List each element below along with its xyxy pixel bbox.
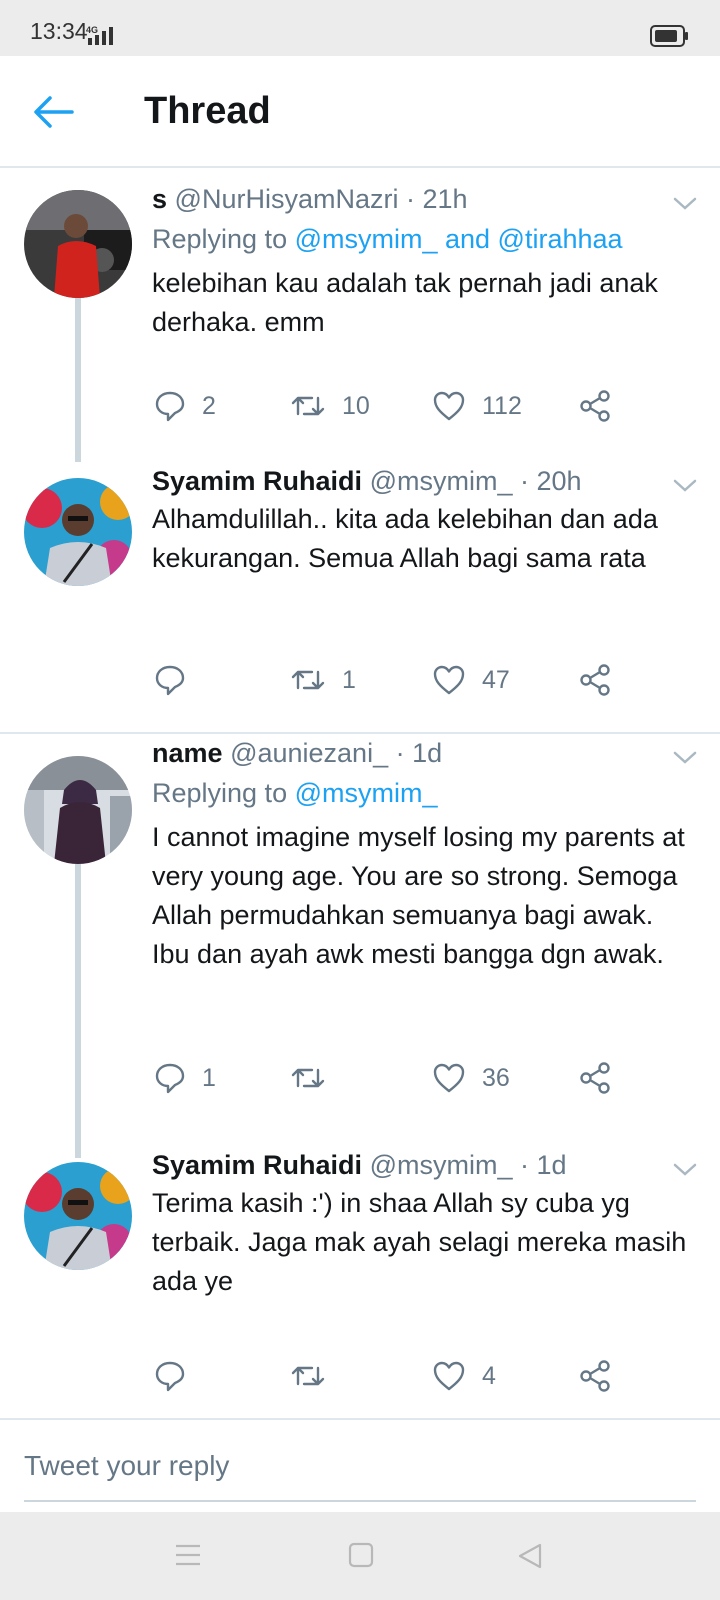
timestamp: 1d	[412, 738, 443, 768]
thread-line	[75, 298, 81, 462]
status-time: 13:34	[30, 18, 88, 44]
signal-icon: 4G	[86, 25, 113, 45]
tweet-header: Syamim Ruhaidi @msymim_ · 20h	[152, 466, 582, 496]
avatar[interactable]	[24, 478, 132, 586]
tweet[interactable]: Syamim Ruhaidi @msymim_ · 1d Terima kasi…	[0, 1150, 720, 1418]
like-icon	[433, 391, 465, 421]
thread-line	[75, 864, 81, 1158]
retweet-icon	[291, 1366, 325, 1386]
like-icon	[433, 1361, 465, 1391]
tweet-header: Syamim Ruhaidi @msymim_ · 1d	[152, 1150, 567, 1180]
tweet-header: name @auniezani_ · 1d	[152, 738, 443, 768]
back-arrow-icon[interactable]	[32, 92, 76, 132]
app-bar: Thread	[0, 56, 720, 168]
tweet[interactable]: name @auniezani_ · 1d Replying to @msymi…	[0, 734, 720, 1158]
like-icon	[433, 665, 465, 695]
chevron-down-icon[interactable]	[672, 478, 698, 494]
tweet-text: Alhamdulillah.. kita ada kelebihan dan a…	[152, 504, 658, 573]
handle[interactable]: @auniezani_	[230, 738, 388, 768]
avatar[interactable]	[24, 190, 132, 298]
avatar[interactable]	[24, 756, 132, 864]
share-button[interactable]	[578, 1058, 628, 1098]
timestamp: 21h	[422, 184, 468, 214]
share-icon	[580, 1062, 610, 1094]
reply-composer: Tweet your reply	[0, 1418, 720, 1514]
reply-button[interactable]	[154, 1356, 202, 1396]
like-count: 112	[482, 391, 522, 420]
handle[interactable]: @msymim_	[370, 466, 513, 496]
like-button[interactable]: 112	[432, 386, 522, 426]
like-count: 4	[482, 1361, 496, 1390]
chevron-down-icon[interactable]	[672, 1162, 698, 1178]
reply-icon	[155, 665, 185, 696]
avatar[interactable]	[24, 1162, 132, 1270]
menu-nav-icon[interactable]	[174, 1542, 202, 1568]
page-title: Thread	[144, 90, 271, 132]
retweet-icon	[291, 396, 325, 416]
retweet-count: 1	[342, 665, 356, 694]
reply-count: 2	[202, 391, 216, 420]
replying-prefix: Replying to	[152, 224, 288, 254]
tweet[interactable]: Syamim Ruhaidi @msymim_ · 20h Alhamdulil…	[0, 462, 720, 732]
reply-icon	[155, 1361, 185, 1392]
reply-input-underline	[24, 1500, 696, 1502]
back-nav-icon[interactable]	[516, 1542, 544, 1570]
handle[interactable]: @NurHisyamNazri	[175, 184, 399, 214]
like-icon	[433, 1063, 465, 1093]
share-button[interactable]	[578, 386, 628, 426]
share-button[interactable]	[578, 660, 628, 700]
tweet-actions: 1 47	[0, 660, 720, 700]
tweet-actions: 2 10 112	[0, 386, 720, 426]
display-name[interactable]: Syamim Ruhaidi	[152, 1150, 362, 1180]
like-count: 36	[482, 1063, 510, 1092]
like-button[interactable]: 47	[432, 660, 510, 700]
status-bar: 13:34 4G	[0, 0, 720, 56]
tweet[interactable]: s @NurHisyamNazri · 21h Replying to @msy…	[0, 166, 720, 462]
battery-icon	[650, 25, 688, 47]
timestamp: 1d	[536, 1150, 567, 1180]
retweet-icon	[291, 670, 325, 690]
share-icon	[580, 390, 610, 422]
like-button[interactable]: 36	[432, 1058, 510, 1098]
retweet-count: 10	[342, 391, 370, 420]
tweet-header: s @NurHisyamNazri · 21h	[152, 184, 468, 214]
retweet-button[interactable]	[290, 1356, 342, 1396]
tweet-actions: 1 36	[0, 1058, 720, 1098]
tweet-actions: 4	[0, 1356, 720, 1396]
network-type: 4G	[86, 25, 98, 35]
display-name[interactable]: s	[152, 184, 167, 214]
chevron-down-icon[interactable]	[672, 196, 698, 212]
display-name[interactable]: name	[152, 738, 223, 768]
retweet-button[interactable]	[290, 1058, 342, 1098]
retweet-button[interactable]: 10	[290, 386, 370, 426]
tweet-text: kelebihan kau adalah tak pernah jadi ana…	[152, 268, 658, 337]
home-nav-icon[interactable]	[348, 1542, 374, 1568]
replying-to-link[interactable]: @msymim_ and @tirahhaa	[295, 224, 623, 254]
reply-icon	[155, 391, 185, 422]
replying-to: Replying to @msymim_	[152, 778, 438, 809]
share-icon	[580, 1360, 610, 1392]
share-button[interactable]	[578, 1356, 628, 1396]
reply-count: 1	[202, 1063, 216, 1092]
reply-icon	[155, 1063, 185, 1094]
share-icon	[580, 664, 610, 696]
replying-to: Replying to @msymim_ and @tirahhaa	[152, 224, 623, 255]
system-nav-bar	[0, 1512, 720, 1600]
like-button[interactable]: 4	[432, 1356, 496, 1396]
retweet-icon	[291, 1068, 325, 1088]
reply-input[interactable]: Tweet your reply	[24, 1450, 229, 1482]
tweet-text: I cannot imagine myself losing my parent…	[152, 822, 685, 969]
timestamp: 20h	[536, 466, 582, 496]
retweet-button[interactable]: 1	[290, 660, 356, 700]
display-name[interactable]: Syamim Ruhaidi	[152, 466, 362, 496]
like-count: 47	[482, 665, 510, 694]
reply-button[interactable]	[154, 660, 202, 700]
tweet-text: Terima kasih :') in shaa Allah sy cuba y…	[152, 1188, 687, 1296]
replying-prefix: Replying to	[152, 778, 288, 808]
replying-to-link[interactable]: @msymim_	[295, 778, 438, 808]
handle[interactable]: @msymim_	[370, 1150, 513, 1180]
reply-button[interactable]: 1	[154, 1058, 216, 1098]
reply-button[interactable]: 2	[154, 386, 216, 426]
chevron-down-icon[interactable]	[672, 750, 698, 766]
